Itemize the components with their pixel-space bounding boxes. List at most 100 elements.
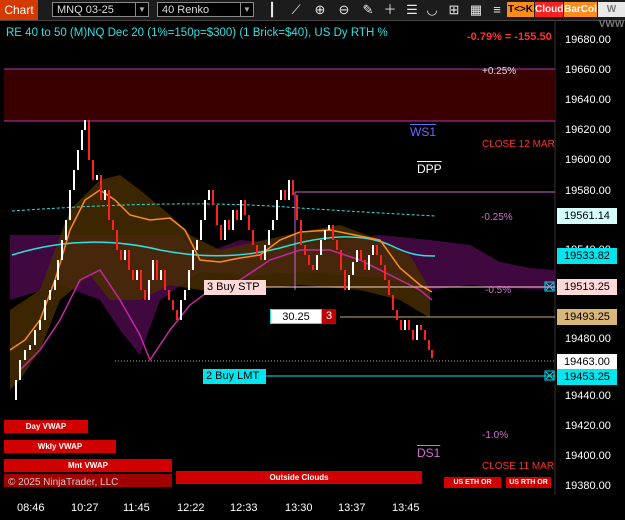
- renko-brick: [172, 300, 174, 310]
- us-rth-or-button[interactable]: US RTH OR: [506, 477, 551, 488]
- renko-brick: [404, 320, 406, 330]
- buy-lmt-order-label[interactable]: 2 Buy LMT: [203, 369, 266, 384]
- copyright-text: © 2025 NinjaTrader, LLC: [8, 477, 119, 488]
- price-tick: 19640.00: [565, 94, 611, 106]
- time-tick: 13:37: [338, 502, 366, 514]
- renko-brick: [376, 245, 378, 255]
- time-tick: 10:27: [71, 502, 99, 514]
- renko-brick: [88, 120, 90, 160]
- price-tick: 19600.00: [565, 154, 611, 166]
- renko-brick: [408, 320, 410, 330]
- renko-brick: [44, 300, 46, 320]
- renko-brick: [124, 250, 126, 260]
- close-12mar-label: CLOSE 12 MAR: [482, 139, 555, 150]
- renko-brick: [332, 225, 334, 240]
- vwap2-price-box: 19533.82: [557, 248, 617, 264]
- position-pnl-label[interactable]: 30.25: [270, 309, 322, 324]
- renko-brick: [280, 190, 282, 200]
- renko-brick: [244, 200, 246, 215]
- renko-brick: [304, 245, 306, 255]
- renko-brick: [372, 245, 374, 255]
- renko-brick: [204, 200, 206, 220]
- resistance-zone: [4, 69, 555, 121]
- renko-brick: [352, 262, 354, 275]
- renko-brick: [316, 255, 318, 270]
- renko-brick: [140, 270, 142, 290]
- renko-brick: [292, 180, 294, 195]
- last-price-box: 19463.00: [557, 354, 617, 370]
- renko-brick: [96, 175, 98, 180]
- renko-brick: [152, 260, 154, 280]
- renko-brick: [400, 320, 402, 330]
- renko-brick: [208, 190, 210, 200]
- renko-brick: [252, 230, 254, 245]
- renko-brick: [160, 270, 162, 280]
- price-tick: 19580.00: [565, 185, 611, 197]
- renko-brick: [300, 220, 302, 245]
- price-tick: 19480.00: [565, 333, 611, 345]
- outside-clouds-button[interactable]: Outside Clouds: [176, 471, 422, 484]
- price-tick: 19680.00: [565, 34, 611, 46]
- time-tick: 08:46: [17, 502, 45, 514]
- renko-brick: [428, 340, 430, 350]
- renko-brick: [320, 240, 322, 255]
- renko-brick: [388, 280, 390, 295]
- renko-brick: [396, 310, 398, 320]
- weekly-vwap-button[interactable]: Wkly VWAP: [4, 440, 116, 453]
- position-qty-label[interactable]: 3: [322, 309, 336, 324]
- monthly-vwap-button[interactable]: Mnt VWAP: [4, 459, 172, 472]
- renko-brick: [324, 230, 326, 240]
- renko-brick: [92, 160, 94, 180]
- renko-brick: [368, 255, 370, 270]
- minus-05-label: -0.5%: [485, 285, 512, 296]
- renko-brick: [212, 190, 214, 205]
- renko-brick: [416, 325, 418, 340]
- renko-brick: [296, 195, 298, 220]
- renko-brick: [420, 325, 422, 330]
- renko-brick: [220, 225, 222, 240]
- buy-stp-price-box: 19513.25: [557, 279, 617, 295]
- renko-brick: [312, 265, 314, 270]
- position-price-box: 19493.25: [557, 309, 617, 325]
- buy-stp-order-label[interactable]: 3 Buy STP: [204, 280, 266, 295]
- renko-brick: [15, 380, 17, 400]
- renko-brick: [144, 290, 146, 300]
- price-tick: 19440.00: [565, 390, 611, 402]
- vwap-price-box: 19561.14: [557, 208, 617, 224]
- renko-brick: [240, 200, 242, 220]
- renko-brick: [104, 190, 106, 200]
- renko-brick: [168, 290, 170, 300]
- renko-brick: [34, 330, 36, 345]
- chart-title: RE 40 to 50 (M)NQ Dec 20 (1%=150p=$300) …: [6, 27, 388, 39]
- renko-brick: [268, 230, 270, 245]
- renko-brick: [81, 130, 83, 150]
- time-tick: 13:30: [285, 502, 313, 514]
- renko-brick: [248, 215, 250, 230]
- renko-brick: [236, 210, 238, 220]
- renko-brick: [164, 270, 166, 290]
- close-11mar-label: CLOSE 11 MAR: [482, 461, 555, 472]
- renko-brick: [196, 240, 198, 250]
- renko-brick: [380, 255, 382, 265]
- renko-brick: [264, 245, 266, 260]
- renko-brick: [24, 350, 26, 360]
- minus-1-label: -1.0%: [482, 430, 509, 441]
- renko-brick: [176, 310, 178, 320]
- day-vwap-button[interactable]: Day VWAP: [4, 420, 88, 433]
- renko-brick: [65, 220, 67, 240]
- renko-brick: [61, 240, 63, 260]
- us-eth-or-button[interactable]: US ETH OR: [444, 477, 501, 488]
- renko-brick: [54, 280, 56, 290]
- renko-brick: [276, 200, 278, 220]
- price-tick: 19400.00: [565, 450, 611, 462]
- renko-brick: [112, 220, 114, 230]
- renko-brick: [136, 270, 138, 280]
- renko-brick: [431, 350, 433, 358]
- dpp-label: DPP: [417, 162, 442, 176]
- daily-change: -0.79% = -155.50: [467, 31, 552, 43]
- renko-brick: [120, 250, 122, 260]
- renko-brick: [49, 290, 51, 300]
- renko-brick: [224, 220, 226, 240]
- renko-brick: [200, 220, 202, 240]
- renko-brick: [57, 260, 59, 280]
